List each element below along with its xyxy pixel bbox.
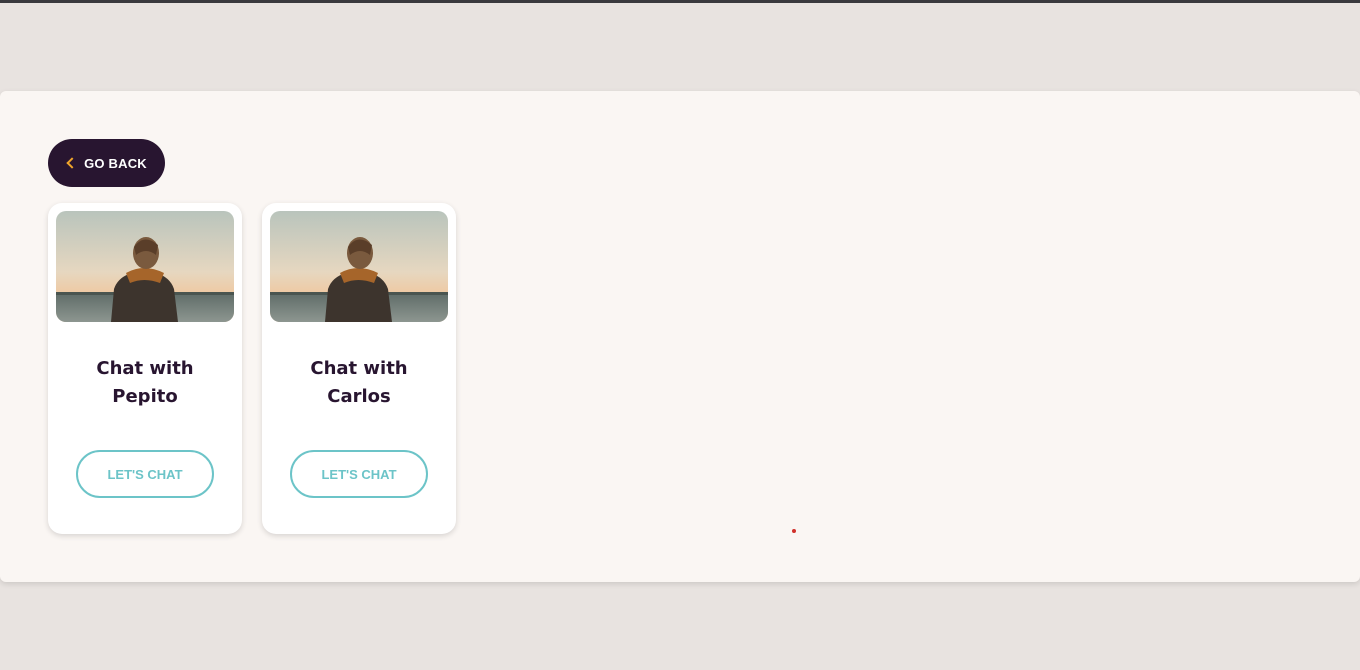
lets-chat-button[interactable]: LET'S CHAT: [76, 450, 214, 498]
chat-card-pepito: Chat with Pepito LET'S CHAT: [48, 203, 242, 534]
chat-card-carlos: Chat with Carlos LET'S CHAT: [262, 203, 456, 534]
chevron-left-icon: [66, 157, 78, 169]
top-border-line: [0, 0, 1360, 3]
cursor-dot: [792, 529, 796, 533]
lets-chat-button[interactable]: LET'S CHAT: [290, 450, 428, 498]
go-back-label: GO BACK: [84, 155, 147, 171]
go-back-button[interactable]: GO BACK: [48, 139, 165, 187]
card-title: Chat with Pepito: [96, 358, 194, 407]
card-photo: [56, 211, 234, 322]
card-photo: [270, 211, 448, 322]
card-title: Chat with Carlos: [310, 358, 408, 407]
main-panel: GO BACK Chat with Pepito LET'S CHAT Chat…: [0, 91, 1360, 582]
